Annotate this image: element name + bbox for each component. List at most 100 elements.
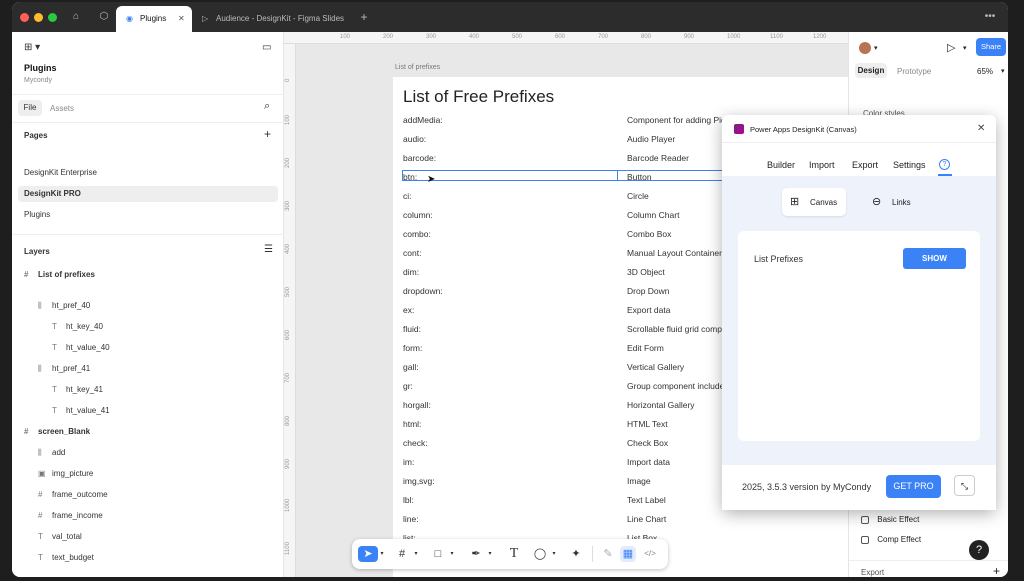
tab-design[interactable]: Design	[855, 63, 887, 78]
effect-checkbox[interactable]	[861, 535, 869, 544]
tab-audience[interactable]: ▷ Audience - DesignKit - Figma Slides	[200, 6, 350, 32]
prefix-value[interactable]: Edit Form	[627, 343, 664, 353]
prefix-value[interactable]: HTML Text	[627, 419, 668, 429]
layer-item[interactable]: ⫼ ht_pref_40	[38, 301, 90, 311]
rectangle-tool-icon[interactable]: □	[430, 546, 446, 562]
effect-row[interactable]: Comp Effect	[861, 535, 921, 544]
layer-item[interactable]: # frame_outcome	[38, 490, 108, 499]
layer-item[interactable]: ▣ img_picture	[38, 469, 93, 478]
layer-item[interactable]: Tht_key_40	[52, 322, 103, 331]
prefix-key[interactable]: ci:	[403, 191, 412, 201]
main-menu-icon[interactable]: ⊞ ▾	[24, 42, 40, 53]
chevron-down-icon[interactable]: ▾	[550, 546, 558, 562]
prefix-key[interactable]: fluid:	[403, 324, 421, 334]
prefix-key[interactable]: column:	[403, 210, 433, 220]
prefix-key[interactable]: check:	[403, 438, 428, 448]
prefix-value[interactable]: Column Chart	[627, 210, 679, 220]
prefix-value[interactable]: Component for adding Pict	[627, 115, 728, 125]
zoom-level[interactable]: 65%	[977, 67, 993, 76]
layer-item[interactable]: # frame_income	[38, 511, 103, 520]
frame-tool-icon[interactable]: #	[394, 546, 410, 562]
layer-item[interactable]: # List of prefixes	[24, 270, 95, 279]
panel-toggle-icon[interactable]: ▭	[262, 42, 271, 53]
nav-builder[interactable]: Builder	[767, 160, 795, 170]
layer-item[interactable]: Tval_total	[38, 532, 82, 541]
draw-mode-icon[interactable]: ✎	[600, 546, 616, 562]
add-export-icon[interactable]: +	[993, 564, 1000, 577]
help-circle-icon[interactable]: ?	[939, 159, 950, 170]
tab-file[interactable]: File	[18, 100, 42, 116]
project-title[interactable]: Plugins	[24, 63, 57, 73]
community-icon[interactable]: ⬡	[98, 11, 110, 23]
get-pro-button[interactable]: GET PRO	[886, 475, 941, 498]
show-button[interactable]: SHOW	[903, 248, 966, 269]
prefix-value[interactable]: Barcode Reader	[627, 153, 689, 163]
dev-mode-icon[interactable]: </>	[642, 546, 658, 562]
minimize-window-button[interactable]	[34, 13, 43, 22]
nav-settings[interactable]: Settings	[893, 160, 926, 170]
chevron-down-icon[interactable]: ▾	[378, 546, 386, 562]
prefix-value[interactable]: Scrollable fluid grid compo	[627, 324, 727, 334]
chevron-down-icon[interactable]: ▾	[874, 44, 878, 52]
prefix-value[interactable]: Vertical Gallery	[627, 362, 684, 372]
prefix-key[interactable]: lbl:	[403, 495, 414, 505]
layer-item[interactable]: ⫼ ht_pref_41	[38, 364, 90, 374]
prefix-key[interactable]: img,svg:	[403, 476, 435, 486]
effect-checkbox[interactable]	[861, 515, 869, 524]
new-tab-icon[interactable]: +	[358, 11, 370, 23]
prefix-key[interactable]: dropdown:	[403, 286, 443, 296]
prefix-key[interactable]: ex:	[403, 305, 414, 315]
prefix-key[interactable]: line:	[403, 514, 419, 524]
prefix-key[interactable]: audio:	[403, 134, 426, 144]
page-item[interactable]: DesignKit Enterprise	[18, 165, 278, 181]
prefix-value[interactable]: Audio Player	[627, 134, 675, 144]
mode-links-button[interactable]: ⊖ Links	[864, 188, 924, 216]
prefix-key[interactable]: gr:	[403, 381, 413, 391]
design-mode-icon[interactable]: ▦	[620, 546, 636, 562]
comment-tool-icon[interactable]: ◯	[532, 546, 548, 562]
help-button[interactable]: ?	[969, 540, 989, 560]
prefix-value[interactable]: Circle	[627, 191, 649, 201]
share-button[interactable]: Share	[976, 38, 1006, 56]
prefix-value[interactable]: Horizontal Gallery	[627, 400, 695, 410]
prefix-value[interactable]: Drop Down	[627, 286, 670, 296]
prefix-key[interactable]: im:	[403, 457, 414, 467]
pen-tool-icon[interactable]: ✒	[468, 546, 484, 562]
layer-item[interactable]: Ttext_budget	[38, 553, 94, 562]
add-page-icon[interactable]: +	[264, 127, 271, 141]
text-tool-icon[interactable]: T	[506, 546, 522, 562]
prefix-value[interactable]: Manual Layout Container	[627, 248, 722, 258]
layers-list-icon[interactable]: ☰	[264, 244, 273, 255]
chevron-down-icon[interactable]: ▾	[448, 546, 456, 562]
collapse-icon[interactable]: ⤡	[954, 475, 975, 496]
close-icon[interactable]: ✕	[977, 123, 985, 134]
tab-plugins[interactable]: ◉ Plugins ✕	[116, 6, 192, 32]
frame-label[interactable]: List of prefixes	[395, 64, 440, 71]
chevron-down-icon[interactable]: ▾	[963, 44, 967, 52]
nav-export[interactable]: Export	[852, 160, 878, 170]
layer-item[interactable]: ⫼ add	[38, 448, 65, 458]
prefix-value[interactable]: Line Chart	[627, 514, 666, 524]
actions-tool-icon[interactable]: ✦	[568, 546, 584, 562]
search-icon[interactable]: ⌕	[264, 100, 270, 113]
prefix-key[interactable]: form:	[403, 343, 422, 353]
frame-title[interactable]: List of Free Prefixes	[403, 87, 554, 107]
prefix-key[interactable]: addMedia:	[403, 115, 443, 125]
mode-canvas-button[interactable]: ⊞ Canvas	[782, 188, 846, 216]
prefix-value[interactable]: Image	[627, 476, 651, 486]
present-icon[interactable]: ▷	[947, 41, 955, 54]
prefix-key[interactable]: html:	[403, 419, 421, 429]
close-tab-icon[interactable]: ✕	[178, 6, 185, 32]
layer-item[interactable]: Tht_value_40	[52, 343, 110, 352]
close-window-button[interactable]	[20, 13, 29, 22]
nav-import[interactable]: Import	[809, 160, 835, 170]
tab-assets[interactable]: Assets	[50, 104, 74, 113]
prefix-value[interactable]: Combo Box	[627, 229, 671, 239]
page-item[interactable]: DesignKit PRO	[18, 186, 278, 202]
prefix-value[interactable]: 3D Object	[627, 267, 665, 277]
home-icon[interactable]: ⌂	[70, 11, 82, 23]
prefix-value[interactable]: Check Box	[627, 438, 668, 448]
more-icon[interactable]: •••	[980, 11, 1000, 23]
prefix-value[interactable]: Export data	[627, 305, 670, 315]
layer-item[interactable]: Tht_key_41	[52, 385, 103, 394]
